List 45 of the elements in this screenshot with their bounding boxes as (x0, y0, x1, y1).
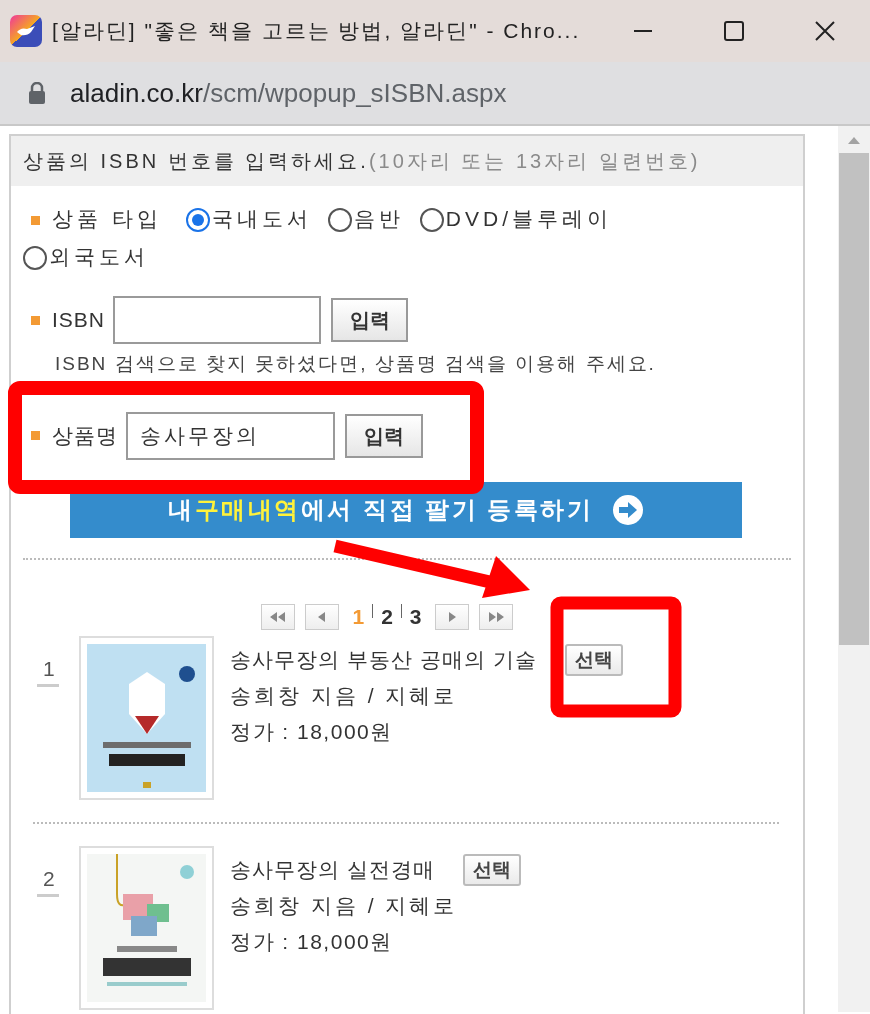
scroll-thumb[interactable] (839, 153, 869, 645)
app-logo-icon (10, 15, 42, 47)
radio-button[interactable] (185, 208, 210, 233)
scroll-up-icon[interactable] (847, 136, 861, 145)
book-title[interactable]: 송사무장의 실전경매 (230, 851, 435, 888)
radio-label: 국내도서 (211, 207, 312, 230)
field-label: 상품 타입 (52, 207, 162, 230)
bullet-icon (31, 315, 40, 325)
window-title: [알라딘] "좋은 책을 고르는 방법, 알라딘" - Chro... (52, 18, 581, 45)
author-text: 송희창 지음 / 지혜로 (230, 892, 459, 919)
field-label: 상품명 (52, 422, 118, 449)
arrow-right-icon (611, 493, 644, 526)
scrollbar[interactable] (838, 126, 870, 1012)
result-number: 1 (37, 653, 59, 687)
result-number: 2 (37, 863, 59, 897)
book-title[interactable]: 송사무장의 부동산 공매의 기술 (230, 641, 537, 678)
author-text: 송희창 지음 / 지혜로 (230, 682, 459, 709)
lock-icon (28, 82, 46, 104)
radio-label: 음반 (353, 207, 404, 230)
isbn-field[interactable] (113, 296, 321, 344)
next-page-icon[interactable] (434, 603, 469, 630)
first-page-icon[interactable] (261, 603, 296, 630)
maximize-icon[interactable] (723, 21, 744, 41)
radio-button[interactable] (23, 246, 47, 271)
page-link[interactable]: 2 (373, 600, 401, 633)
radio-button[interactable] (419, 208, 444, 233)
select-button[interactable]: 선택 (564, 643, 623, 676)
price-text: 정가 : 18,000원 (230, 718, 394, 745)
header-text: 상품의 ISBN 번호를 입력하세요.(10자리 또는 13자리 일련번호) (11, 136, 803, 186)
radio-button[interactable] (327, 208, 352, 233)
submit-button[interactable]: 입력 (345, 413, 423, 458)
price-text: 정가 : 18,000원 (230, 928, 394, 955)
last-page-icon[interactable] (478, 603, 513, 630)
previous-page-icon[interactable] (305, 603, 340, 630)
select-button[interactable]: 선택 (462, 853, 521, 886)
submit-button[interactable]: 입력 (331, 298, 408, 342)
bullet-icon (31, 215, 40, 225)
close-icon[interactable] (814, 21, 835, 41)
radio-label: 외국도서 (49, 245, 149, 268)
radio-label: DVD/블루레이 (445, 207, 613, 230)
field-label: ISBN (52, 307, 105, 334)
bullet-icon (31, 431, 40, 440)
product-name-field[interactable]: 송사무장의 (126, 411, 335, 460)
page-link[interactable]: 3 (401, 600, 430, 633)
help-text: ISBN 검색으로 찾지 못하셨다면, 상품명 검색을 이용해 주세요. (54, 352, 657, 376)
